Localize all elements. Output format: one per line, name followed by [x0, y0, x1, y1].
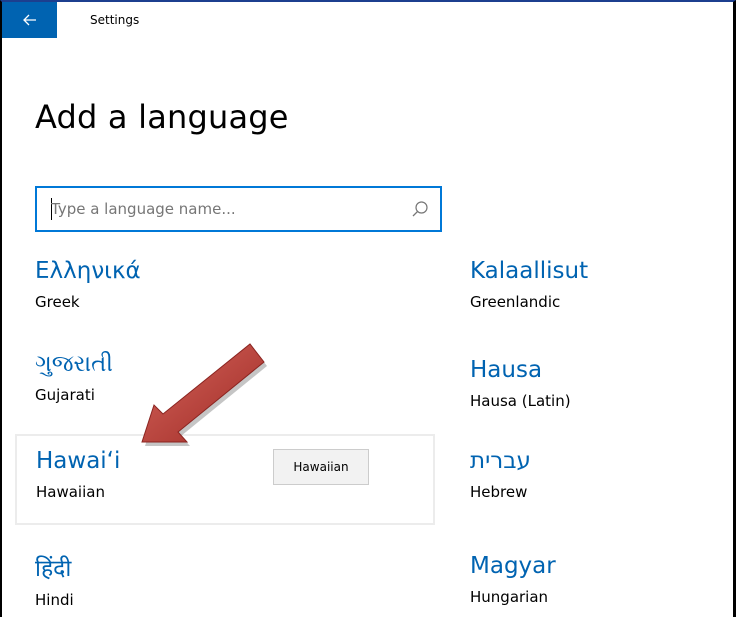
tooltip: Hawaiian: [273, 449, 369, 485]
language-native-name: Ελληνικά: [35, 258, 141, 284]
language-item-hausa[interactable]: Hausa Hausa (Latin): [470, 355, 720, 435]
language-item-hindi[interactable]: हिंदी Hindi: [35, 554, 435, 617]
window-title: Settings: [90, 13, 140, 27]
language-item-greenlandic[interactable]: Kalaallisut Greenlandic: [470, 256, 720, 336]
language-english-name: Hindi: [35, 591, 74, 609]
language-english-name: Hebrew: [470, 483, 528, 501]
search-box[interactable]: [35, 186, 442, 232]
language-english-name: Greek: [35, 293, 80, 311]
language-english-name: Hausa (Latin): [470, 392, 571, 410]
back-button[interactable]: [2, 2, 57, 38]
language-native-name: Hausa: [470, 357, 543, 383]
language-english-name: Hungarian: [470, 588, 549, 606]
language-item-greek[interactable]: Ελληνικά Greek: [35, 256, 435, 336]
language-item-hungarian[interactable]: Magyar Hungarian: [470, 551, 720, 617]
language-native-name: Hawaiʻi: [36, 448, 121, 474]
search-input[interactable]: [37, 188, 397, 230]
language-native-name: ગુજરાતી: [35, 351, 113, 377]
language-item-hebrew[interactable]: עברית Hebrew: [470, 446, 720, 526]
page-title: Add a language: [35, 98, 289, 136]
language-english-name: Gujarati: [35, 386, 95, 404]
back-arrow-icon: [22, 14, 36, 26]
settings-window: Settings Add a language Ελληνικά Greek ગ…: [0, 0, 736, 617]
language-native-name: עברית: [470, 448, 531, 474]
language-native-name: Magyar: [470, 553, 556, 579]
language-item-hawaiian[interactable]: Hawaiʻi Hawaiian: [15, 434, 435, 525]
search-icon[interactable]: [410, 199, 430, 219]
language-english-name: Hawaiian: [36, 483, 105, 501]
title-bar: Settings: [2, 2, 733, 38]
language-item-gujarati[interactable]: ગુજરાતી Gujarati: [35, 349, 435, 429]
language-native-name: हिंदी: [35, 556, 72, 582]
language-english-name: Greenlandic: [470, 293, 561, 311]
language-native-name: Kalaallisut: [470, 258, 589, 284]
